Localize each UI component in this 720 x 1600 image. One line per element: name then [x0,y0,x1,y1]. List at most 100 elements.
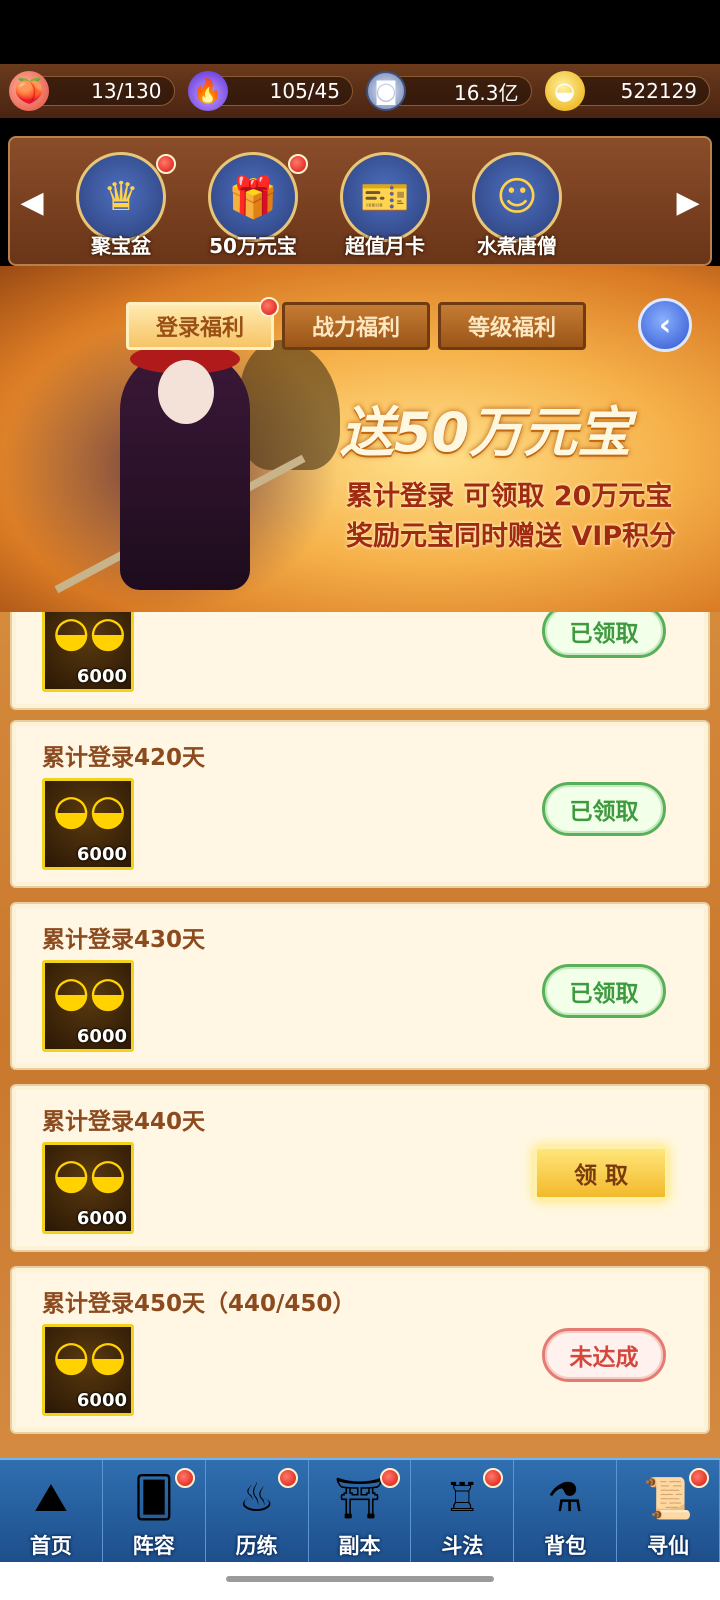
not-reached-button[interactable]: 未达成 [542,1328,666,1382]
carousel-right-arrow-icon[interactable]: ▶ [668,166,708,238]
nav-lineup[interactable]: 🂠 阵容 [103,1460,206,1562]
tab-power-welfare[interactable]: 战力福利 [282,302,430,350]
activity-label: 水煮唐僧 [477,234,557,258]
welfare-tabs: 登录福利 战力福利 等级福利 [126,297,586,350]
notification-dot [156,154,176,174]
nav-dungeon[interactable]: ⛩ 副本 [309,1460,412,1562]
gold-ingot-pile-icon: ◒◒ [53,1149,127,1198]
back-button[interactable]: ‹ [638,298,692,352]
backpack-icon: ⚗ [547,1475,584,1521]
character-head [158,360,214,424]
notification-dot [277,1468,298,1488]
nav-label: 寻仙 [647,1534,690,1558]
reward-card: 累计登录450天（440/450） ◒◒ 6000 未达成 [10,1266,710,1434]
reward-title: 累计登录420天 [42,745,206,771]
reward-amount: 6000 [76,666,127,687]
promo-line-2: 奖励元宝同时赠送 VIP积分 [346,521,677,552]
tab-label: 战力福利 [311,316,400,341]
stamina-counter[interactable]: 🍑 13/130 [9,71,175,111]
nav-label: 首页 [29,1534,72,1558]
gold-ingot-icon: ◒ [544,71,585,111]
nav-label: 历练 [235,1534,278,1558]
monk-character-icon: ☺ [472,152,562,242]
character-illustration [0,320,340,612]
claimed-button[interactable]: 已领取 [542,964,666,1018]
claimed-button[interactable]: 已领取 [542,612,666,658]
reward-card: 累计登录420天 ◒◒ 6000 已领取 [10,720,710,888]
reward-item[interactable]: ◒◒ 6000 [42,1142,134,1234]
notification-dot [288,154,308,174]
reward-item[interactable]: ◒◒ 6000 [42,778,134,870]
promo-banner: 登录福利 战力福利 等级福利 ‹ 送50万元宝 累计登录 可领取 20万元宝 奖… [0,266,720,612]
bottom-navigation: ⛰ 首页 🂠 阵容 ♨ 历练 ⛩ 副本 ♖ 斗法 ⚗ 背包 📜 寻仙 [0,1458,720,1562]
reward-item[interactable]: ◒◒ 6000 [42,960,134,1052]
coin-value: 16.3亿 [453,80,519,105]
claim-button[interactable]: 领 取 [534,1146,668,1200]
reward-amount: 6000 [76,1208,127,1229]
ingot-counter[interactable]: ◒ 522129 [544,71,710,111]
activity-500k-ingot[interactable]: 🎁 50万元宝 [188,152,318,262]
reward-list[interactable]: ◒◒ 6000 已领取 累计登录420天 ◒◒ 6000 已领取 累计登录430… [0,612,720,1458]
notification-dot [689,1468,710,1488]
nav-label: 阵容 [132,1534,175,1558]
nav-label: 副本 [338,1534,381,1558]
reward-amount: 6000 [76,1026,127,1047]
reward-amount: 6000 [76,844,127,865]
gold-ingot-pile-icon: ◒◒ [53,785,127,834]
tab-label: 等级福利 [467,316,556,341]
reward-card: ◒◒ 6000 已领取 [10,612,710,710]
reward-title: 累计登录450天（440/450） [42,1291,356,1317]
reward-item[interactable]: ◒◒ 6000 [42,612,134,692]
activity-treasure-bowl[interactable]: ♛ 聚宝盆 [56,152,186,262]
energy-value: 105/45 [269,79,340,103]
nav-label: 背包 [544,1534,587,1558]
energy-counter[interactable]: 🔥 105/45 [187,71,353,111]
reward-title: 累计登录430天 [42,927,206,953]
gold-ingot-pile-icon: ◒◒ [53,612,127,656]
ingot-value: 522129 [620,79,697,103]
carousel-left-arrow-icon[interactable]: ◀ [12,166,52,238]
reward-card: 累计登录440天 ◒◒ 6000 领 取 [10,1084,710,1252]
monthly-card-icon: 🎫 [340,152,430,242]
tab-label: 登录福利 [155,316,244,341]
stamina-value: 13/130 [91,79,162,103]
floating-island-icon: ⛰ [34,1475,68,1521]
gold-ingot-pile-icon: ◒◒ [53,1331,127,1380]
treasure-bowl-icon: ♛ [76,152,166,242]
promo-title: 送50万元宝 [340,401,632,464]
activity-monthly-card[interactable]: 🎫 超值月卡 [320,152,450,262]
home-indicator[interactable] [226,1576,494,1582]
activity-label: 聚宝盆 [91,234,151,258]
tab-login-welfare[interactable]: 登录福利 [126,297,279,350]
activity-label: 50万元宝 [209,234,297,258]
nav-battle[interactable]: ♖ 斗法 [411,1460,515,1562]
reward-amount: 6000 [76,1390,127,1411]
gift-chest-icon: 🎁 [208,152,298,242]
claimed-button[interactable]: 已领取 [542,782,666,836]
tab-level-welfare[interactable]: 等级福利 [438,302,586,350]
nav-bag[interactable]: ⚗ 背包 [514,1460,618,1562]
reward-item[interactable]: ◒◒ 6000 [42,1324,134,1416]
gold-ingot-pile-icon: ◒◒ [53,967,127,1016]
back-arrow-icon: ‹ [658,307,672,343]
notification-dot [483,1468,504,1488]
nav-training[interactable]: ♨ 历练 [206,1460,309,1562]
promo-line-1: 累计登录 可领取 20万元宝 [346,481,673,512]
activity-boiled-monk[interactable]: ☺ 水煮唐僧 [452,152,582,262]
currency-bar: 🍑 13/130 🔥 105/45 ◙ 16.3亿 ◒ 522129 [0,64,720,118]
reward-title: 累计登录440天 [42,1109,206,1135]
fox-spirit-illustration [240,340,340,470]
notification-dot [259,297,279,317]
status-bar [0,0,720,64]
copper-coin-icon: ◙ [366,71,406,111]
nav-label: 斗法 [441,1534,484,1558]
nav-seek-immortal[interactable]: 📜 寻仙 [617,1460,720,1562]
purple-flame-icon: 🔥 [187,71,228,111]
notification-dot [380,1468,401,1488]
coin-counter[interactable]: ◙ 16.3亿 [366,71,532,111]
activity-label: 超值月卡 [345,234,425,258]
activity-carousel: ◀ ♛ 聚宝盆 🎁 50万元宝 🎫 超值月卡 ☺ 水煮唐僧 ▶ [8,136,712,266]
reward-card: 累计登录430天 ◒◒ 6000 已领取 [10,902,710,1070]
system-home-area [0,1562,720,1600]
nav-home[interactable]: ⛰ 首页 [0,1460,103,1562]
